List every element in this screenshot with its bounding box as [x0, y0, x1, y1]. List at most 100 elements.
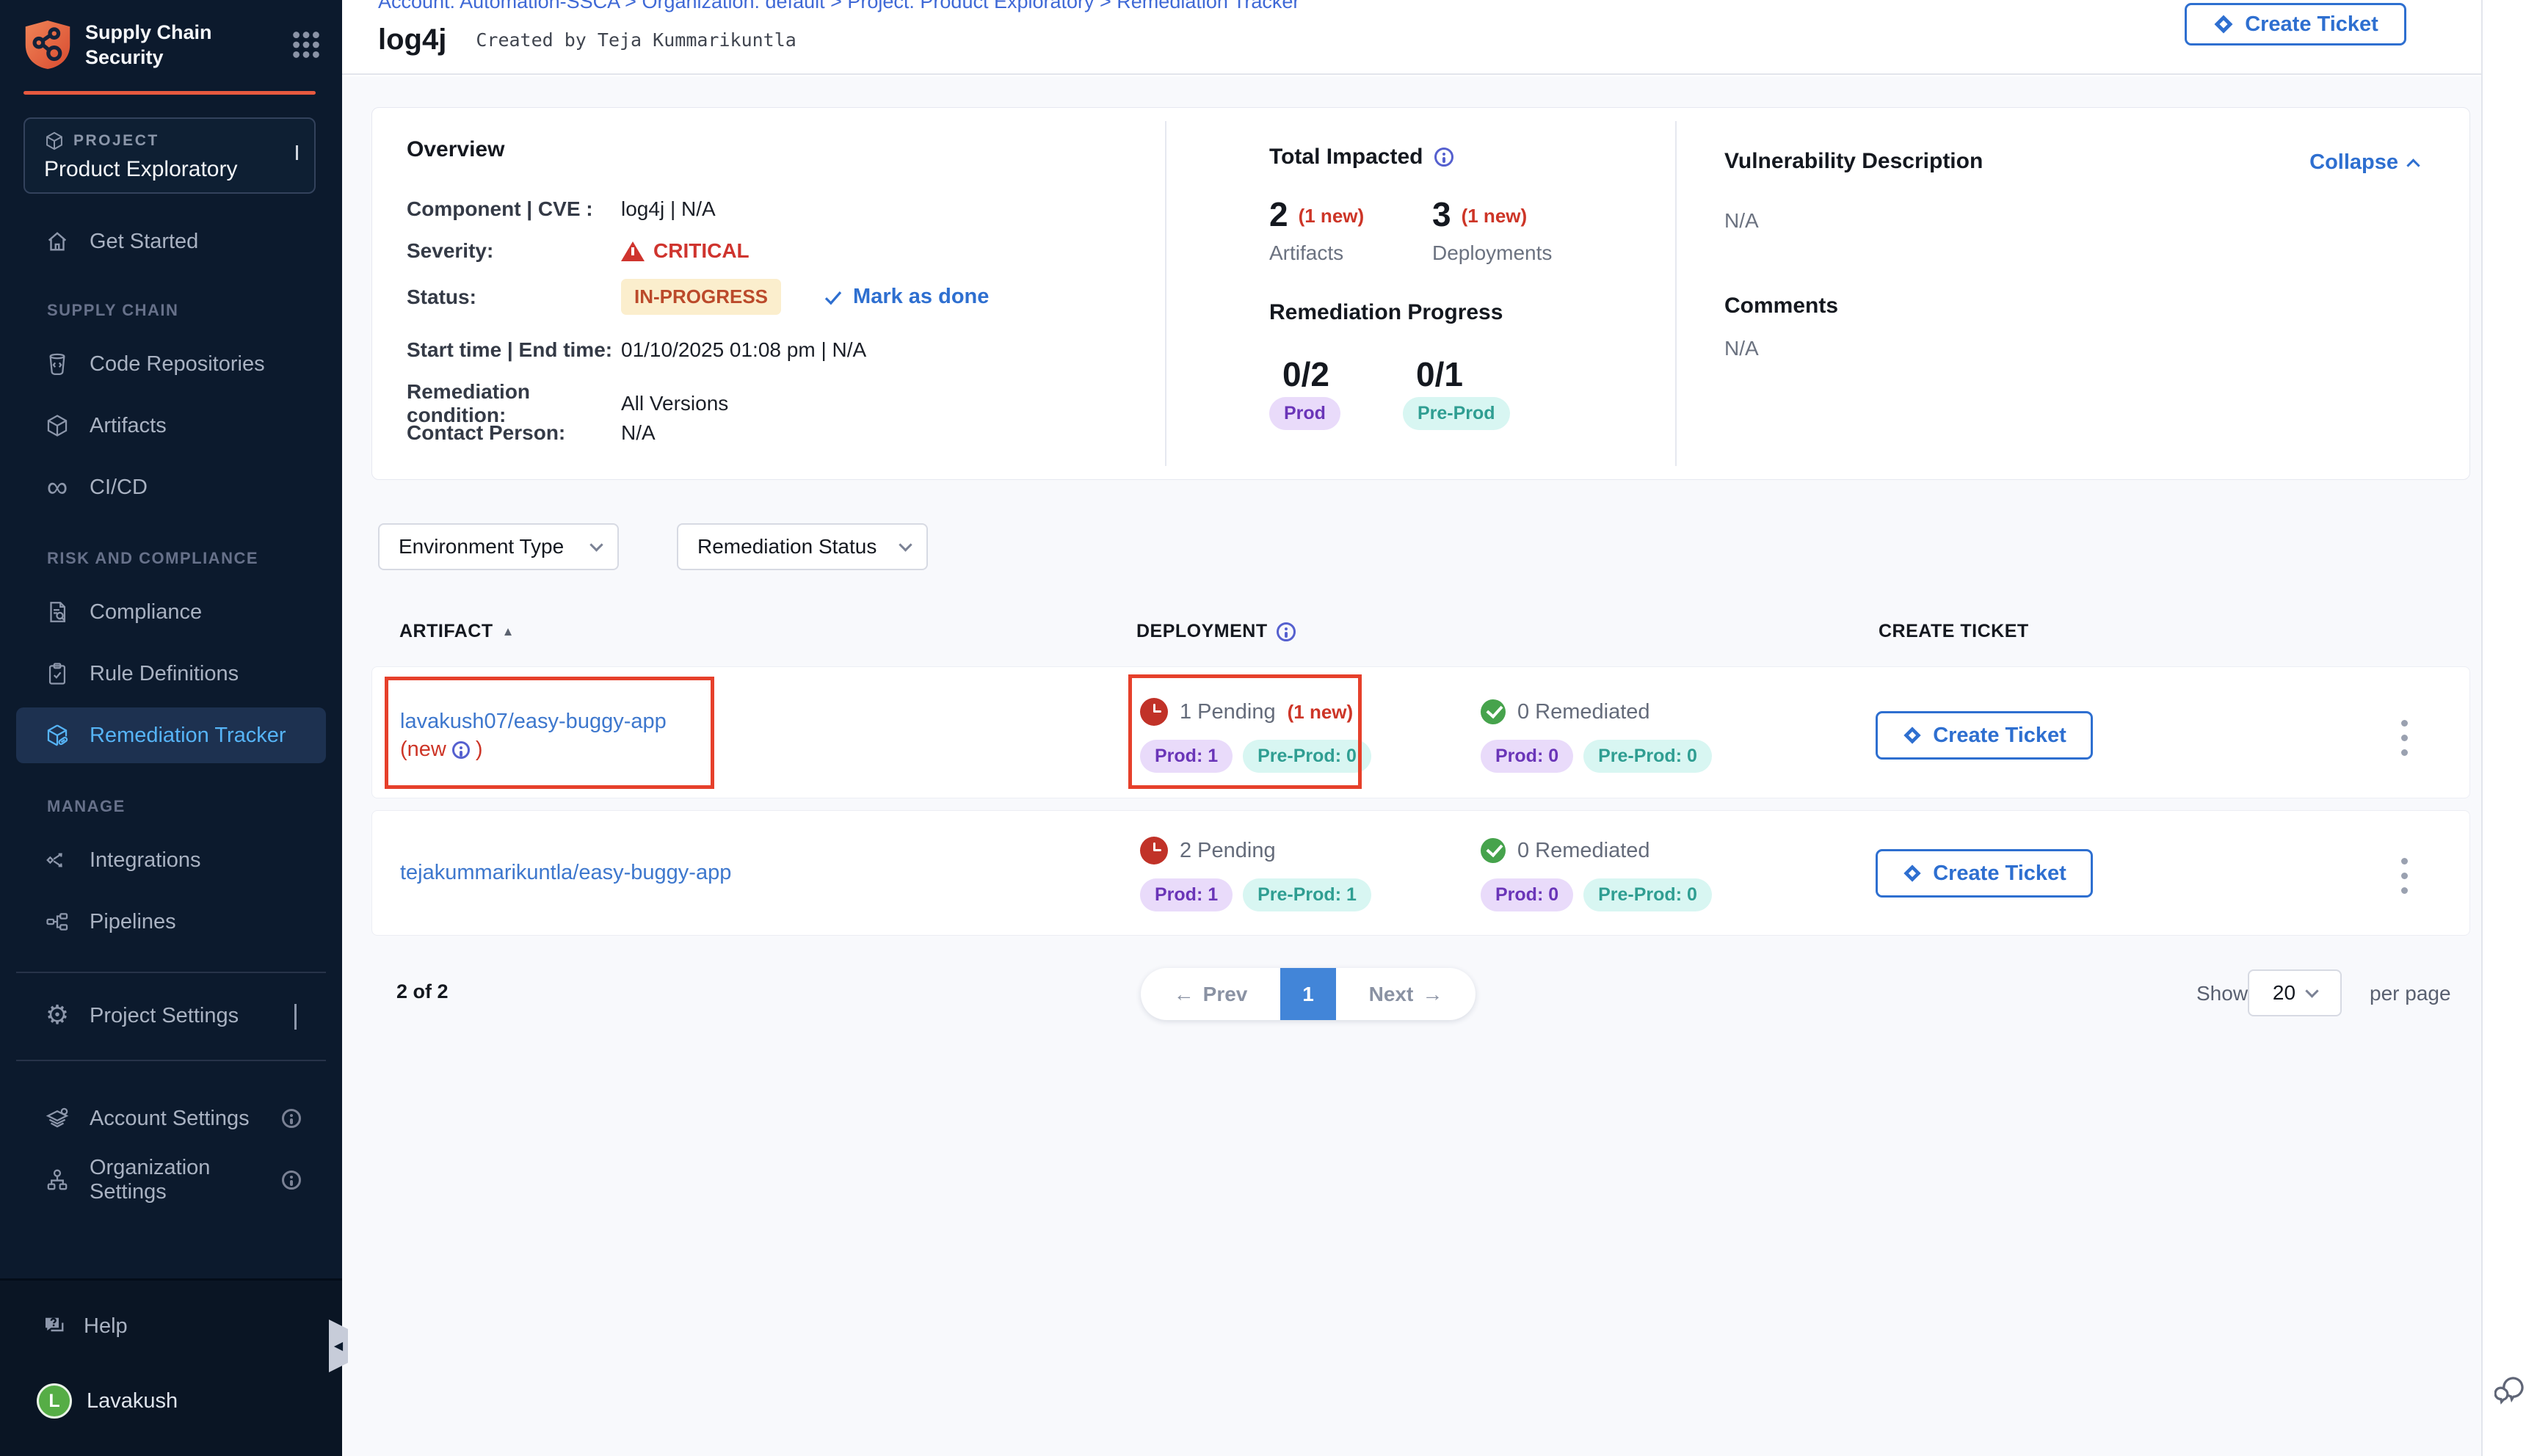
info-icon[interactable]	[1434, 148, 1453, 167]
project-selector[interactable]: PROJECT Product Exploratory	[23, 117, 316, 194]
deployments-stat-label: Deployments	[1432, 241, 1552, 265]
project-cube-icon	[44, 131, 65, 151]
create-ticket-button[interactable]: Create Ticket	[1876, 711, 2093, 760]
sidebar-item-integrations[interactable]: Integrations	[0, 829, 342, 891]
remediation-tracker-icon	[41, 723, 73, 748]
time-label: Start time | End time:	[407, 338, 621, 362]
next-page-button[interactable]: Next →	[1336, 968, 1476, 1020]
help-chat-icon	[41, 1313, 68, 1339]
condition-value: All Versions	[621, 392, 728, 415]
sidebar-item-project-settings[interactable]: ⚙ Project Settings	[0, 973, 342, 1058]
page-header: Account: Automation-SSCA > Organization:…	[342, 0, 2481, 75]
remediated-count: 0 Remediated	[1517, 839, 1650, 863]
prev-page-button[interactable]: ← Prev	[1141, 968, 1280, 1020]
created-by-subtitle: Created by Teja Kummarikuntla	[476, 29, 796, 51]
pending-cell: 1 Pending (1 new)	[1140, 698, 1353, 726]
info-icon[interactable]	[1277, 622, 1296, 641]
artifacts-new-count: (1 new)	[1299, 197, 1365, 228]
chevron-right-icon	[296, 145, 298, 159]
sidebar-item-code-repositories[interactable]: Code Repositories	[0, 333, 342, 395]
remediated-badges: Prod: 0 Pre-Prod: 0	[1481, 740, 1712, 773]
sidebar-item-label: Pipelines	[90, 910, 176, 934]
prev-label: Prev	[1203, 983, 1248, 1006]
pending-badges: Prod: 1 Pre-Prod: 1	[1140, 878, 1371, 911]
jira-diamond-icon	[1902, 863, 1923, 884]
create-ticket-button[interactable]: Create Ticket	[1876, 849, 2093, 898]
comments-value: N/A	[1724, 337, 1759, 360]
remediation-progress-heading: Remediation Progress	[1269, 300, 1503, 325]
pager: ← Prev 1 Next →	[1141, 968, 1476, 1020]
user-menu[interactable]: L Lavakush	[37, 1383, 178, 1419]
pending-status-icon	[1140, 698, 1168, 726]
prod-badge: Prod	[1269, 397, 1340, 430]
content: Overview Component | CVE : log4j | N/A S…	[342, 76, 2481, 1456]
sidebar-item-organization-settings[interactable]: Organization Settings	[0, 1149, 342, 1211]
artifacts-cube-icon	[41, 413, 73, 438]
component-cve-label: Component | CVE :	[407, 197, 621, 221]
info-icon[interactable]	[452, 741, 470, 759]
sidebar: Supply Chain Security PROJECT Product Ex…	[0, 0, 342, 1456]
sort-ascending-icon: ▲	[502, 625, 515, 639]
page-number-button[interactable]: 1	[1280, 968, 1336, 1020]
sidebar-item-label: Rule Definitions	[90, 662, 239, 686]
sidebar-item-artifacts[interactable]: Artifacts	[0, 395, 342, 456]
chevron-down-icon	[2305, 984, 2318, 997]
pending-count: 2 Pending	[1180, 839, 1276, 863]
preprod-badge: Pre-Prod: 0	[1583, 740, 1712, 773]
component-cve-row: Component | CVE : log4j | N/A	[407, 197, 716, 221]
severity-label: Severity:	[407, 239, 621, 263]
deployment-column-label: DEPLOYMENT	[1136, 621, 1268, 642]
row-menu-kebab-icon[interactable]	[2389, 858, 2419, 894]
artifact-link[interactable]: tejakummarikuntla/easy-buggy-app	[400, 861, 731, 885]
chat-support-icon[interactable]	[2494, 1373, 2528, 1407]
row-menu-kebab-icon[interactable]	[2389, 720, 2419, 756]
artifact-link[interactable]: lavakush07/easy-buggy-app	[400, 710, 667, 734]
sidebar-item-label: Artifacts	[90, 414, 167, 438]
page-size-select[interactable]: 20	[2248, 969, 2342, 1016]
sidebar-item-get-started[interactable]: Get Started	[0, 213, 342, 270]
jira-diamond-icon	[2213, 13, 2235, 35]
chevron-right-icon	[294, 1004, 297, 1028]
prod-badge: Prod: 1	[1140, 740, 1233, 773]
create-ticket-button[interactable]: Create Ticket	[2185, 3, 2406, 46]
pending-cell: 2 Pending	[1140, 837, 1276, 864]
jira-diamond-icon	[1902, 725, 1923, 746]
arrow-right-icon: →	[1422, 983, 1442, 1006]
sidebar-item-rule-definitions[interactable]: Rule Definitions	[0, 643, 342, 705]
app-title: Supply Chain Security	[85, 18, 212, 70]
collapse-button[interactable]: Collapse	[2309, 150, 2418, 175]
pipelines-icon	[41, 909, 73, 934]
results-count: 2 of 2	[396, 980, 449, 1003]
sidebar-item-label: Get Started	[90, 230, 198, 254]
sidebar-item-label: Remediation Tracker	[90, 724, 286, 748]
page-title: log4j	[378, 23, 446, 57]
main-area: Account: Automation-SSCA > Organization:…	[342, 0, 2537, 1456]
sidebar-item-compliance[interactable]: Compliance	[0, 581, 342, 643]
column-header-artifact[interactable]: ARTIFACT ▲	[399, 621, 515, 642]
sidebar-item-remediation-tracker[interactable]: Remediation Tracker	[0, 705, 342, 766]
overview-heading: Overview	[407, 137, 504, 162]
layers-gear-icon	[41, 1106, 73, 1131]
sidebar-item-label: Organization Settings	[90, 1156, 282, 1204]
brand-underline	[23, 91, 316, 95]
remediated-count: 0 Remediated	[1517, 700, 1650, 724]
prod-progress-value: 0/2	[1282, 354, 1329, 394]
sidebar-item-pipelines[interactable]: Pipelines	[0, 891, 342, 953]
supply-chain-security-logo-icon	[23, 18, 72, 72]
integrations-icon	[41, 848, 73, 873]
total-impacted-heading-row: Total Impacted	[1269, 145, 1453, 170]
help-button[interactable]: Help	[41, 1313, 128, 1339]
sidebar-item-account-settings[interactable]: Account Settings	[0, 1088, 342, 1149]
module-grid-icon[interactable]	[289, 28, 323, 62]
preprod-badge: Pre-Prod	[1403, 397, 1510, 430]
breadcrumb[interactable]: Account: Automation-SSCA > Organization:…	[378, 0, 1299, 13]
code-repository-icon	[41, 352, 73, 376]
mark-as-done-button[interactable]: Mark as done	[822, 285, 989, 309]
sidebar-item-cicd[interactable]: ∞ CI/CD	[0, 456, 342, 518]
remediation-status-filter[interactable]: Remediation Status	[677, 523, 928, 570]
sidebar-section-manage: MANAGE	[0, 766, 342, 829]
chevron-left-icon: ◀	[334, 1339, 343, 1353]
environment-type-filter[interactable]: Environment Type	[378, 523, 619, 570]
pending-new-count: (1 new)	[1288, 701, 1354, 724]
gear-icon: ⚙	[41, 1002, 73, 1029]
